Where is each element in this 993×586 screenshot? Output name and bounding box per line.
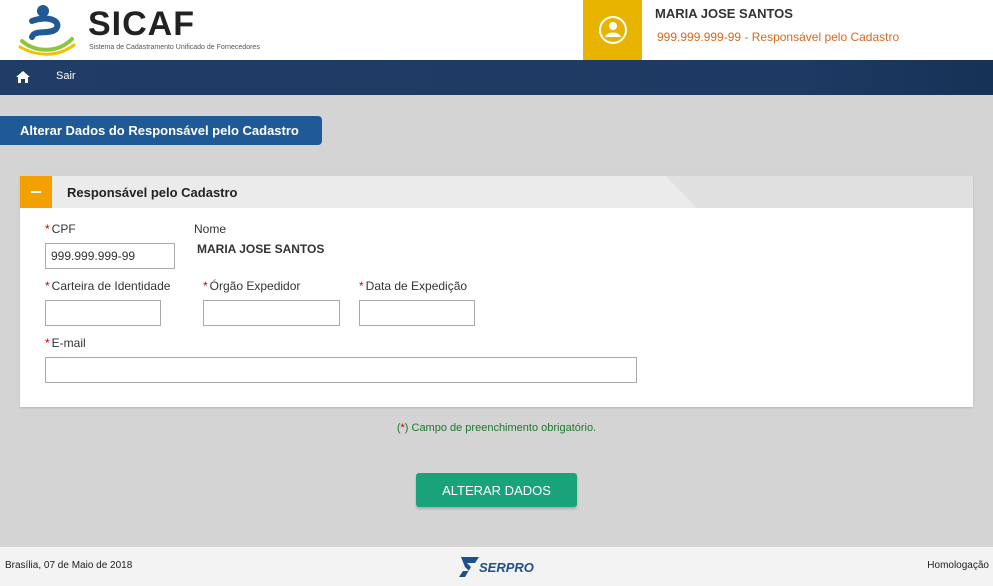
user-avatar[interactable] bbox=[583, 0, 642, 60]
environment-label: Homologação bbox=[927, 560, 989, 571]
cpf-label: * CPF bbox=[45, 222, 76, 236]
user-info: MARIA JOSE SANTOS 999.999.999-99 - Respo… bbox=[583, 0, 993, 60]
serpro-text: SERPRO bbox=[479, 560, 534, 575]
carteira-field[interactable] bbox=[45, 300, 161, 326]
required-note: (*) Campo de preenchimento obrigatório. bbox=[396, 422, 597, 434]
app-footer: Brasília, 07 de Maio de 2018 SERPRO Homo… bbox=[0, 547, 993, 586]
user-role: 999.999.999-99 - Responsável pelo Cadast… bbox=[657, 30, 900, 44]
data-label: * Data de Expedição bbox=[359, 279, 468, 293]
user-name: MARIA JOSE SANTOS bbox=[655, 6, 793, 21]
sicaf-logo[interactable]: SICAF Sistema de Cadastramento Unificado… bbox=[18, 3, 278, 57]
exit-link[interactable]: Sair bbox=[56, 70, 76, 82]
user-icon bbox=[598, 16, 627, 44]
carteira-label: * Carteira de Identidade bbox=[45, 279, 171, 293]
required-marker: * bbox=[45, 279, 50, 293]
email-label: * E-mail bbox=[45, 336, 86, 350]
nome-label: Nome bbox=[194, 222, 227, 236]
required-marker: * bbox=[45, 336, 50, 350]
logo-title: SICAF bbox=[88, 5, 195, 43]
collapse-button[interactable] bbox=[20, 176, 52, 208]
app-header: SICAF Sistema de Cadastramento Unificado… bbox=[0, 0, 993, 60]
nome-value: MARIA JOSE SANTOS bbox=[197, 242, 325, 256]
email-field[interactable] bbox=[45, 357, 637, 383]
required-marker: * bbox=[203, 279, 208, 293]
serpro-emblem-icon bbox=[459, 557, 479, 577]
panel-header: Responsável pelo Cadastro bbox=[20, 176, 973, 208]
home-icon[interactable] bbox=[15, 69, 31, 85]
panel-title: Responsável pelo Cadastro bbox=[67, 185, 238, 200]
logo-subtitle: Sistema de Cadastramento Unificado de Fo… bbox=[89, 44, 260, 51]
sicaf-emblem-icon bbox=[18, 5, 76, 56]
cpf-field[interactable] bbox=[45, 243, 175, 269]
main-navbar: Sair bbox=[0, 60, 993, 95]
alterar-dados-button[interactable]: ALTERAR DADOS bbox=[416, 473, 577, 507]
minus-icon bbox=[31, 191, 41, 193]
panel-header-decoration bbox=[666, 176, 973, 208]
orgao-label: * Órgão Expedidor bbox=[203, 279, 301, 293]
orgao-field[interactable] bbox=[203, 300, 340, 326]
data-field[interactable] bbox=[359, 300, 475, 326]
footer-date: Brasília, 07 de Maio de 2018 bbox=[5, 560, 133, 571]
required-marker: * bbox=[45, 222, 50, 236]
responsavel-panel: Responsável pelo Cadastro *CPF Nome MARI… bbox=[20, 176, 973, 407]
page-title-tab: Alterar Dados do Responsável pelo Cadast… bbox=[0, 116, 322, 145]
required-marker: * bbox=[359, 279, 364, 293]
